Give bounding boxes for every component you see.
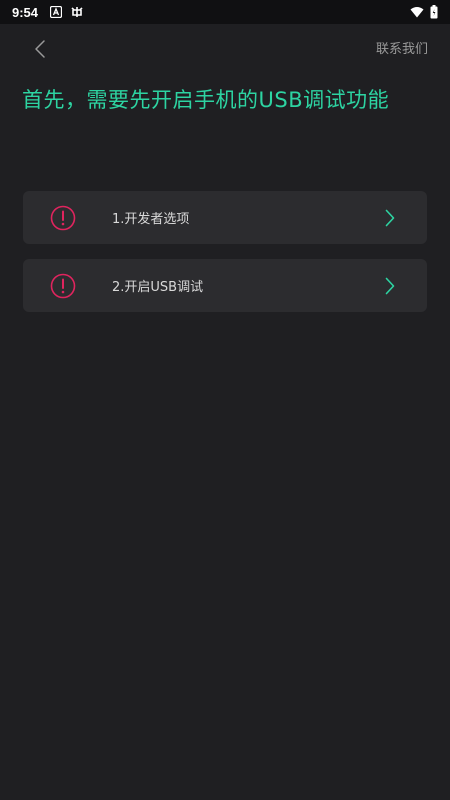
status-icons-left — [50, 5, 84, 19]
back-button[interactable] — [26, 36, 54, 62]
app-screen: 9:54 联系我们 首先，需要先开启手机的USB调试功能 1.开发者选项 2.开… — [0, 0, 450, 800]
status-bar: 9:54 — [0, 0, 450, 24]
step-developer-options[interactable]: 1.开发者选项 — [23, 191, 427, 244]
chevron-right-icon — [383, 276, 397, 296]
alert-circle-icon — [49, 204, 77, 232]
step-label: 1.开发者选项 — [112, 212, 190, 227]
contact-us-link[interactable]: 联系我们 — [376, 38, 428, 57]
wifi-icon — [410, 6, 424, 18]
alert-circle-icon — [49, 272, 77, 300]
chevron-right-icon — [383, 208, 397, 228]
status-time: 9:54 — [12, 4, 39, 20]
top-app-bar: 联系我们 — [0, 24, 450, 72]
page-headline: 首先，需要先开启手机的USB调试功能 — [22, 88, 390, 112]
chevron-left-icon — [35, 40, 45, 58]
step-enable-usb-debugging[interactable]: 2.开启USB调试 — [23, 259, 427, 312]
step-label: 2.开启USB调试 — [112, 280, 204, 295]
battery-icon — [430, 5, 438, 19]
notification-a-icon — [50, 6, 63, 18]
status-icons-right — [410, 5, 438, 19]
bug-icon — [70, 5, 84, 19]
step-list: 1.开发者选项 2.开启USB调试 — [23, 191, 427, 327]
